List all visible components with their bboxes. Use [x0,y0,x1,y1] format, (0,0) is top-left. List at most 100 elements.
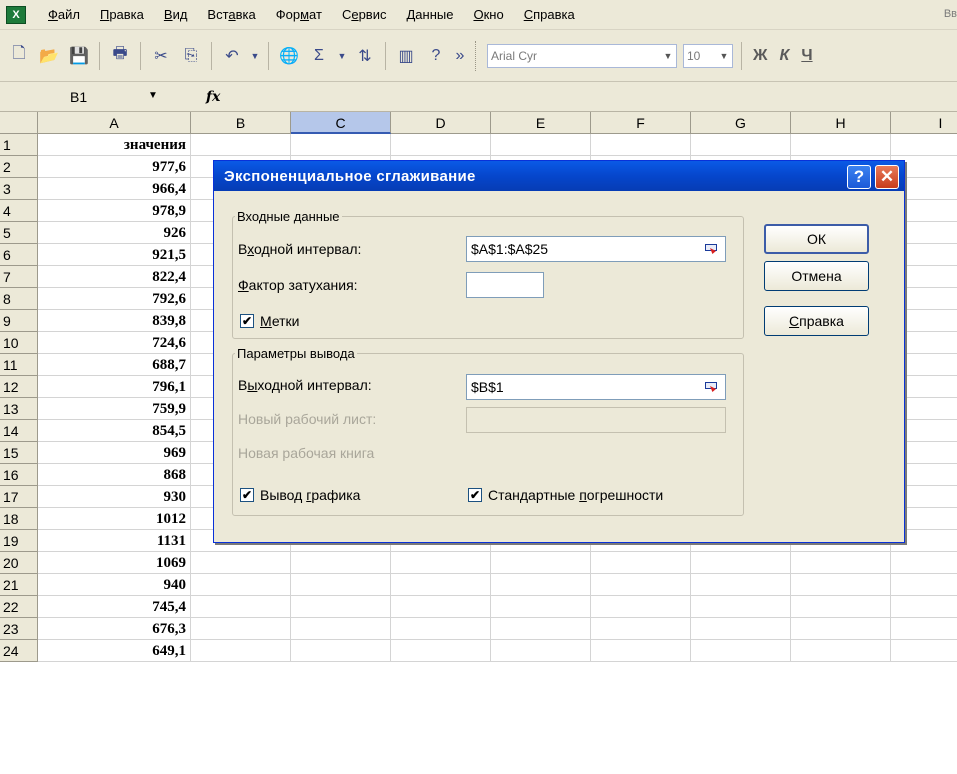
cell-a[interactable]: 854,5 [38,420,191,442]
cell-a[interactable]: 688,7 [38,354,191,376]
cell[interactable] [291,574,391,596]
cut-icon[interactable]: ✂ [148,43,174,69]
cell-a[interactable]: 792,6 [38,288,191,310]
bold-button[interactable]: Ж [753,47,767,65]
cell[interactable] [491,134,591,156]
column-header-f[interactable]: F [591,112,691,134]
cell[interactable] [391,552,491,574]
cell-a[interactable]: 868 [38,464,191,486]
cell[interactable] [391,574,491,596]
cell-a[interactable]: 822,4 [38,266,191,288]
cell[interactable] [791,618,891,640]
cell[interactable] [491,552,591,574]
cell[interactable] [791,574,891,596]
labels-check-box[interactable]: ✔ [240,314,254,328]
undo-icon[interactable]: ↶ [219,43,245,69]
chart-output-checkbox[interactable]: ✔ Вывод графика [240,487,360,503]
cell[interactable] [291,618,391,640]
cell-a[interactable]: 724,6 [38,332,191,354]
range-select-icon[interactable] [703,241,719,257]
toolbar-overflow-icon[interactable]: » [453,43,467,69]
hyperlink-icon[interactable]: 🌐 [276,43,302,69]
cell-a[interactable]: 796,1 [38,376,191,398]
cell[interactable] [891,552,957,574]
output-range-field[interactable]: $B$1 [466,374,726,400]
cell[interactable] [291,640,391,662]
cell-a[interactable]: 977,6 [38,156,191,178]
cell[interactable] [791,596,891,618]
column-header-g[interactable]: G [691,112,791,134]
menu-item-4[interactable]: Формат [266,4,332,26]
cell[interactable] [891,640,957,662]
cell[interactable] [291,596,391,618]
close-icon[interactable]: ✕ [875,165,899,189]
cell[interactable] [591,640,691,662]
autosum-dropdown-icon[interactable]: ▼ [336,43,348,69]
cell[interactable] [591,134,691,156]
cell-a[interactable]: 926 [38,222,191,244]
menu-item-8[interactable]: Справка [514,4,585,26]
cell[interactable] [691,134,791,156]
cell[interactable] [191,596,291,618]
cell[interactable] [491,596,591,618]
standard-errors-checkbox[interactable]: ✔ Стандартные погрешности [468,487,663,503]
cell[interactable] [691,574,791,596]
help-icon[interactable]: ? [847,165,871,189]
row-header[interactable]: 24 [0,640,38,662]
help-icon[interactable]: ? [423,43,449,69]
labels-checkbox[interactable]: ✔ Метки [240,313,300,329]
cell[interactable] [791,552,891,574]
menu-item-0[interactable]: Файл [38,4,90,26]
cell-a[interactable]: 921,5 [38,244,191,266]
cell-a[interactable]: 969 [38,442,191,464]
cell-a[interactable]: 1131 [38,530,191,552]
row-header[interactable]: 23 [0,618,38,640]
menu-item-1[interactable]: Правка [90,4,154,26]
cell[interactable] [791,134,891,156]
underline-button[interactable]: Ч [801,47,812,65]
cell[interactable] [391,134,491,156]
cell[interactable] [591,596,691,618]
chart-output-check-box[interactable]: ✔ [240,488,254,502]
column-header-i[interactable]: I [891,112,957,134]
italic-button[interactable]: К [779,47,789,65]
cell[interactable] [191,574,291,596]
column-header-e[interactable]: E [491,112,591,134]
cell[interactable] [191,618,291,640]
autosum-icon[interactable]: Σ [306,43,332,69]
cell-a[interactable]: 839,8 [38,310,191,332]
row-header[interactable]: 6 [0,244,38,266]
chevron-down-icon[interactable]: ▼ [148,90,158,101]
cell[interactable] [691,618,791,640]
row-header[interactable]: 7 [0,266,38,288]
row-header[interactable]: 3 [0,178,38,200]
cell[interactable] [891,596,957,618]
cell-a[interactable]: 978,9 [38,200,191,222]
cell-a[interactable]: 745,4 [38,596,191,618]
open-folder-icon[interactable]: 📂 [36,43,62,69]
undo-dropdown-icon[interactable]: ▼ [249,43,261,69]
cell-a[interactable]: 759,9 [38,398,191,420]
input-range-field[interactable]: $A$1:$A$25 [466,236,726,262]
cell-a[interactable]: 930 [38,486,191,508]
column-header-d[interactable]: D [391,112,491,134]
cell[interactable] [591,574,691,596]
damping-factor-field[interactable] [466,272,544,298]
column-header-b[interactable]: B [191,112,291,134]
toolbar-grip[interactable] [475,40,478,71]
cell[interactable] [491,618,591,640]
cell[interactable] [191,552,291,574]
menu-item-2[interactable]: Вид [154,4,198,26]
copy-icon[interactable]: ⎘ [178,43,204,69]
row-header[interactable]: 13 [0,398,38,420]
row-header[interactable]: 4 [0,200,38,222]
chart-wizard-icon[interactable]: ▥ [393,43,419,69]
cell-a[interactable]: 1012 [38,508,191,530]
column-header-c[interactable]: C [291,112,391,134]
cell[interactable] [791,640,891,662]
cell[interactable] [591,618,691,640]
cell[interactable] [891,574,957,596]
menu-item-6[interactable]: Данные [396,4,463,26]
cell-a[interactable]: 649,1 [38,640,191,662]
cell[interactable] [691,552,791,574]
